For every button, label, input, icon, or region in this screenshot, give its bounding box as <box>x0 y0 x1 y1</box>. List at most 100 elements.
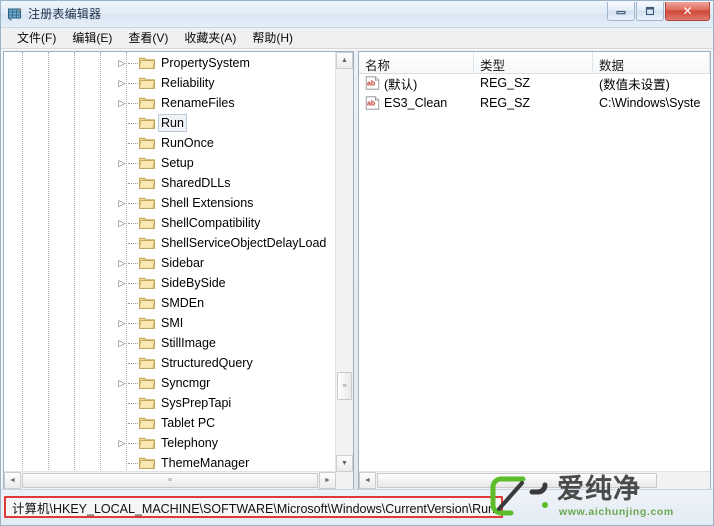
menu-bar: 文件(F) 编辑(E) 查看(V) 收藏夹(A) 帮助(H) <box>1 28 713 49</box>
tree-expander-icon[interactable]: ▷ <box>117 198 127 208</box>
tree-expander-icon[interactable]: ▷ <box>117 338 127 348</box>
minimize-icon <box>608 2 634 20</box>
tree-scroll-down-button[interactable]: ▼ <box>336 455 353 472</box>
value-name-text: ES3_Clean <box>384 96 448 110</box>
folder-icon <box>139 436 155 449</box>
folder-icon <box>139 456 155 469</box>
tree-item-shellserviceobjectdelayload[interactable]: ShellServiceObjectDelayLoad <box>4 233 336 253</box>
tree-scroll-up-button[interactable]: ▲ <box>336 52 353 69</box>
tree-item-smi[interactable]: ▷ SMI <box>4 313 336 333</box>
tree-horizontal-scrollbar[interactable]: ◄ ≡ ► <box>4 471 336 489</box>
window-title: 注册表编辑器 <box>28 7 102 21</box>
value-type-cell: REG_SZ <box>480 96 531 110</box>
tree-connector-line <box>128 443 138 444</box>
menu-item-view[interactable]: 查看(V) <box>120 27 176 49</box>
tree-item-telephony[interactable]: ▷ Telephony <box>4 433 336 453</box>
folder-icon <box>139 236 155 249</box>
tree-item-structuredquery[interactable]: StructuredQuery <box>4 353 336 373</box>
tree-item-label: Tablet PC <box>161 416 216 430</box>
tree-scrollbar-thumb[interactable]: ≡ <box>337 372 352 400</box>
tree-item-label: Setup <box>161 156 194 170</box>
close-icon: ✕ <box>682 4 693 18</box>
menu-item-file[interactable]: 文件(F) <box>9 27 64 49</box>
tree-item-syspreptapi[interactable]: SysPrepTapi <box>4 393 336 413</box>
tree-item-setup[interactable]: ▷ Setup <box>4 153 336 173</box>
tree-expander-icon[interactable]: ▷ <box>117 318 127 328</box>
tree-connector-line <box>128 323 138 324</box>
tree-item-tablet-pc[interactable]: Tablet PC <box>4 413 336 433</box>
tree-expander-icon[interactable]: ▷ <box>117 158 127 168</box>
tree-item-run[interactable]: Run <box>4 113 336 133</box>
tree-item-shellcompatibility[interactable]: ▷ ShellCompatibility <box>4 213 336 233</box>
tree-item-runonce[interactable]: RunOnce <box>4 133 336 153</box>
folder-icon <box>139 136 155 149</box>
menu-item-edit[interactable]: 编辑(E) <box>64 27 120 49</box>
values-hscrollbar-thumb[interactable]: ≡ <box>377 473 657 488</box>
registry-values-pane: 名称 类型 数据 ab (默认) REG_SZ (数值未设置) ab ES3_Clean REG… <box>358 51 711 490</box>
tree-expander-icon[interactable]: ▷ <box>117 78 127 88</box>
tree-item-label: SMI <box>161 316 184 330</box>
maximize-button[interactable] <box>636 2 664 21</box>
close-button[interactable]: ✕ <box>665 2 710 21</box>
grip-icon: ≡ <box>514 477 520 484</box>
tree-item-label: RunOnce <box>161 136 214 150</box>
svg-text:ab: ab <box>367 81 375 88</box>
folder-icon <box>139 416 155 429</box>
tree-item-sidebyside[interactable]: ▷ SideBySide <box>4 273 336 293</box>
tree-expander-icon[interactable]: ▷ <box>117 58 127 68</box>
folder-icon <box>139 296 155 309</box>
tree-item-renamefiles[interactable]: ▷ RenameFiles <box>4 93 336 113</box>
tree-item-sidebar[interactable]: ▷ Sidebar <box>4 253 336 273</box>
column-header-type[interactable]: 类型 <box>474 52 593 73</box>
tree-connector-line <box>128 423 138 424</box>
tree-hscrollbar-thumb[interactable]: ≡ <box>22 473 318 488</box>
chevron-up-icon: ▲ <box>341 57 348 64</box>
folder-icon <box>139 196 155 209</box>
tree-expander-icon[interactable]: ▷ <box>117 438 127 448</box>
tree-item-shareddlls[interactable]: SharedDLLs <box>4 173 336 193</box>
tree-item-propertysystem[interactable]: ▷ PropertySystem <box>4 53 336 73</box>
tree-expander-icon[interactable]: ▷ <box>117 278 127 288</box>
tree-connector-line <box>128 263 138 264</box>
tree-item-shell-extensions[interactable]: ▷ Shell Extensions <box>4 193 336 213</box>
menu-item-help[interactable]: 帮助(H) <box>244 27 301 49</box>
value-row[interactable]: ab ES3_Clean REG_SZ C:\Windows\Syste <box>359 93 710 113</box>
tree-expander-icon[interactable]: ▷ <box>117 378 127 388</box>
tree-item-smden[interactable]: SMDEn <box>4 293 336 313</box>
tree-connector-line <box>128 463 138 464</box>
tree-expander-icon[interactable]: ▷ <box>117 258 127 268</box>
tree-item-stillimage[interactable]: ▷ StillImage <box>4 333 336 353</box>
content-panes: ▷ PropertySystem ▷ Reliability ▷ RenameFiles R… <box>1 49 713 490</box>
maximize-icon <box>637 2 663 20</box>
tree-connector-line <box>128 403 138 404</box>
values-horizontal-scrollbar[interactable]: ◄ ≡ <box>359 471 710 489</box>
tree-scroll-left-button[interactable]: ◄ <box>4 472 21 489</box>
tree-item-list: ▷ PropertySystem ▷ Reliability ▷ RenameFiles R… <box>4 53 336 472</box>
tree-item-thememanager[interactable]: ThemeManager <box>4 453 336 472</box>
tree-vertical-scrollbar[interactable]: ▲ ≡ ▼ <box>335 52 353 472</box>
tree-connector-line <box>128 103 138 104</box>
folder-icon <box>139 176 155 189</box>
values-scroll-left-button[interactable]: ◄ <box>359 472 376 489</box>
folder-icon <box>139 156 155 169</box>
column-header-data[interactable]: 数据 <box>593 52 710 73</box>
tree-connector-line <box>128 303 138 304</box>
tree-item-label: Syncmgr <box>161 376 211 390</box>
menu-item-favorites[interactable]: 收藏夹(A) <box>176 27 244 49</box>
column-header-name[interactable]: 名称 <box>359 52 475 73</box>
tree-connector-line <box>128 283 138 284</box>
tree-expander-icon[interactable]: ▷ <box>117 218 127 228</box>
values-column-header: 名称 类型 数据 <box>359 52 710 74</box>
value-name-cell: ab (默认) <box>359 74 474 93</box>
tree-item-syncmgr[interactable]: ▷ Syncmgr <box>4 373 336 393</box>
tree-scroll-right-button[interactable]: ► <box>319 472 336 489</box>
tree-item-label: Run <box>158 114 187 132</box>
folder-icon <box>139 256 155 269</box>
tree-connector-line <box>128 163 138 164</box>
window-controls: ✕ <box>606 2 710 21</box>
value-row[interactable]: ab (默认) REG_SZ (数值未设置) <box>359 73 710 93</box>
tree-item-reliability[interactable]: ▷ Reliability <box>4 73 336 93</box>
tree-expander-icon[interactable]: ▷ <box>117 98 127 108</box>
minimize-button[interactable] <box>607 2 635 21</box>
folder-icon <box>139 276 155 289</box>
